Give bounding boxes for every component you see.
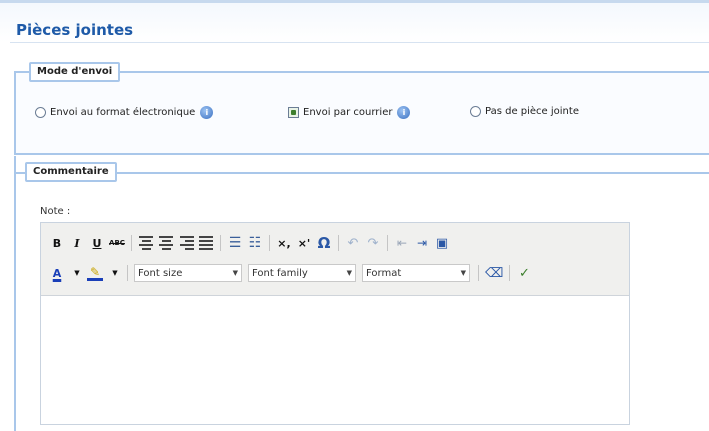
toolbar-separator xyxy=(509,265,511,281)
commentaire-legend: Commentaire xyxy=(25,162,117,182)
bullet-list-icon[interactable]: ☰ xyxy=(227,234,243,252)
eraser-icon[interactable]: ⌫ xyxy=(485,264,503,282)
radio-electronique[interactable] xyxy=(35,107,46,118)
highlight-color-icon[interactable]: ✎ xyxy=(87,265,103,281)
undo-icon[interactable]: ↶ xyxy=(345,234,361,252)
chevron-down-icon: ▼ xyxy=(346,269,352,277)
bold-button[interactable]: B xyxy=(49,234,65,252)
page-header: Pièces jointes xyxy=(0,0,709,42)
align-right-icon[interactable] xyxy=(178,234,194,252)
toolbar-separator xyxy=(220,235,221,251)
underline-button[interactable]: U xyxy=(89,234,105,252)
note-label: Note : xyxy=(40,206,71,217)
option-pas-de-piece-label: Pas de pièce jointe xyxy=(485,106,579,117)
mode-envoi-legend: Mode d'envoi xyxy=(29,62,121,82)
font-family-select[interactable]: Font family ▼ xyxy=(248,264,356,282)
strikethrough-button[interactable]: ABC xyxy=(109,234,125,252)
info-icon[interactable]: i xyxy=(200,106,214,119)
toolbar-separator xyxy=(387,235,388,251)
chevron-down-icon: ▼ xyxy=(232,269,238,277)
highlight-dropdown-icon[interactable]: ▼ xyxy=(107,264,123,282)
align-left-icon[interactable] xyxy=(138,234,154,252)
option-electronique-label: Envoi au format électronique xyxy=(50,107,196,118)
commentaire-section-border xyxy=(14,156,16,431)
paste-word-icon[interactable]: ▣ xyxy=(434,234,450,252)
chevron-down-icon: ▼ xyxy=(460,269,466,277)
subscript-button[interactable]: ×, xyxy=(276,234,292,252)
editor-content-area[interactable] xyxy=(41,296,629,424)
page-title: Pièces jointes xyxy=(16,21,134,39)
option-courrier-label: Envoi par courrier xyxy=(303,107,393,118)
italic-button[interactable]: I xyxy=(69,234,85,252)
toolbar-separator xyxy=(127,265,128,281)
option-courrier[interactable]: Envoi par courrier i xyxy=(288,106,411,119)
redo-icon[interactable]: ↷ xyxy=(365,234,381,252)
font-color-dropdown-icon[interactable]: ▼ xyxy=(69,264,85,282)
indent-icon[interactable]: ⇥ xyxy=(414,234,430,252)
editor-toolbar: B I U ABC ☰ ☷ ×, ×' Ω ↶ ↷ ⇤ ⇥ ▣ A ▼ ✎ ▼ … xyxy=(41,223,629,296)
header-divider xyxy=(10,42,709,43)
font-color-button[interactable]: A xyxy=(49,264,65,282)
format-select-label: Format xyxy=(366,267,402,279)
format-select[interactable]: Format ▼ xyxy=(362,264,470,282)
align-justify-icon[interactable] xyxy=(198,234,214,252)
toolbar-separator xyxy=(269,235,270,251)
font-size-select[interactable]: Font size ▼ xyxy=(134,264,242,282)
special-char-button[interactable]: Ω xyxy=(316,234,332,252)
info-icon[interactable]: i xyxy=(397,106,411,119)
toolbar-separator xyxy=(478,265,479,281)
numbered-list-icon[interactable]: ☷ xyxy=(247,234,263,252)
toolbar-row-2: A ▼ ✎ ▼ Font size ▼ Font family ▼ Format… xyxy=(49,263,536,283)
toolbar-separator xyxy=(131,235,132,251)
option-pas-de-piece[interactable]: Pas de pièce jointe xyxy=(470,106,579,117)
align-center-icon[interactable] xyxy=(158,234,174,252)
outdent-icon[interactable]: ⇤ xyxy=(394,234,410,252)
option-electronique[interactable]: Envoi au format électronique i xyxy=(35,106,214,119)
commentaire-top-border xyxy=(14,172,709,174)
radio-pas-de-piece[interactable] xyxy=(470,106,481,117)
toolbar-separator xyxy=(338,235,339,251)
spellcheck-icon[interactable]: ✓ xyxy=(516,264,532,282)
radio-courrier-selected[interactable] xyxy=(288,107,299,118)
rich-text-editor: B I U ABC ☰ ☷ ×, ×' Ω ↶ ↷ ⇤ ⇥ ▣ A ▼ ✎ ▼ … xyxy=(40,222,630,425)
font-family-select-label: Font family xyxy=(252,267,308,279)
superscript-button[interactable]: ×' xyxy=(296,234,312,252)
font-size-select-label: Font size xyxy=(138,267,183,279)
toolbar-row-1: B I U ABC ☰ ☷ ×, ×' Ω ↶ ↷ ⇤ ⇥ ▣ xyxy=(49,233,454,253)
